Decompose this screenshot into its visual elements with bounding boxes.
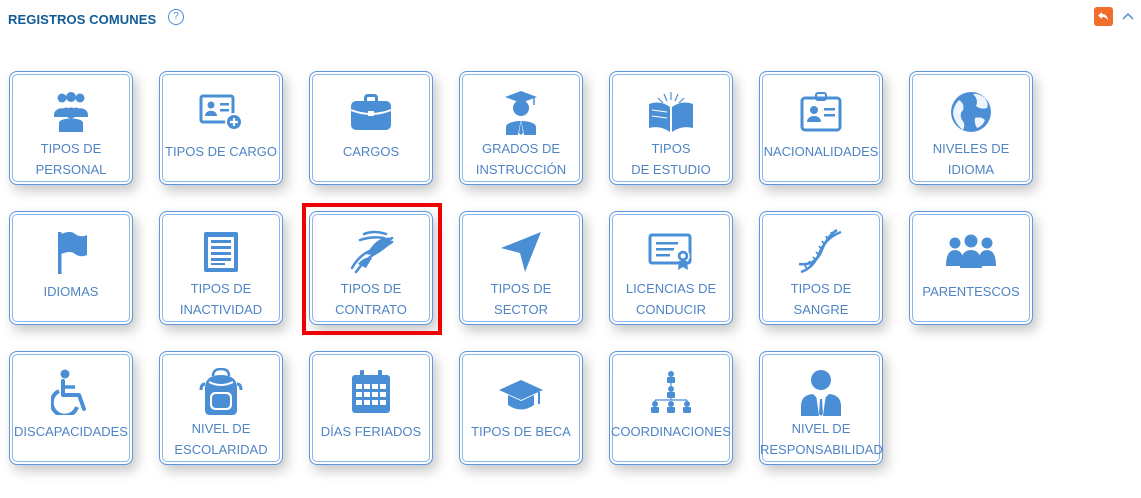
card-tipos-de-beca[interactable]: TIPOS DE BECA: [459, 351, 583, 465]
badge-icon: [800, 92, 842, 132]
card-label: GRADOS DE INSTRUCCIÓN: [475, 141, 567, 177]
card-label: DISCAPACIDADES: [14, 424, 128, 439]
card-grados-de-instruccion[interactable]: GRADOS DE INSTRUCCIÓN: [459, 71, 583, 185]
card-label: LICENCIAS DE CONDUCIR: [625, 281, 717, 317]
card-label: PARENTESCOS: [922, 284, 1020, 299]
card-tipos-de-sangre[interactable]: TIPOS DE SANGRE: [759, 211, 883, 325]
card-tipos-de-estudio[interactable]: TIPOS DE ESTUDIO: [609, 71, 733, 185]
card-tipos-de-personal[interactable]: TIPOS DE PERSONAL: [9, 71, 133, 185]
card-label: TIPOS DE CARGO: [165, 144, 277, 159]
back-button[interactable]: [1094, 7, 1113, 26]
family-icon: [946, 234, 996, 268]
card-cargos[interactable]: CARGOS: [309, 71, 433, 185]
card-label: IDIOMAS: [43, 284, 99, 299]
card-idiomas[interactable]: IDIOMAS: [9, 211, 133, 325]
card-label: NIVEL DE ESCOLARIDAD: [174, 421, 268, 457]
card-licencias-de-conducir[interactable]: LICENCIAS DE CONDUCIR: [609, 211, 733, 325]
card-label: TIPOS DE CONTRATO: [335, 281, 407, 317]
card-nivel-de-escolaridad[interactable]: NIVEL DE ESCOLARIDAD: [159, 351, 283, 465]
card-label: TIPOS DE ESTUDIO: [631, 141, 711, 177]
handshake-icon: [350, 230, 394, 274]
card-label: TIPOS DE BECA: [471, 424, 571, 439]
graduate-icon: [505, 91, 537, 135]
card-tipos-de-cargo[interactable]: TIPOS DE CARGO: [159, 71, 283, 185]
card-dias-feriados[interactable]: DÍAS FERIADOS: [309, 351, 433, 465]
card-tipos-de-inactividad[interactable]: TIPOS DE INACTIVIDAD: [159, 211, 283, 325]
undo-arrow-icon: [1098, 12, 1108, 21]
card-label: COORDINACIONES: [611, 424, 731, 439]
document-list-icon: [204, 232, 238, 272]
card-label: TIPOS DE PERSONAL: [35, 141, 107, 177]
navigation-arrow-icon: [501, 232, 541, 272]
calendar-icon: [352, 370, 390, 413]
section-title: REGISTROS COMUNES: [8, 12, 157, 27]
open-book-icon: [649, 92, 693, 132]
help-icon[interactable]: ?: [168, 9, 184, 25]
businessman-icon: [801, 370, 841, 416]
card-parentescos[interactable]: PARENTESCOS: [909, 211, 1033, 325]
org-chart-icon: [651, 371, 691, 413]
card-niveles-de-idioma[interactable]: NIVELES DE IDIOMA: [909, 71, 1033, 185]
card-label: NIVEL DE RESPONSABILIDAD: [760, 421, 883, 457]
flag-icon: [58, 232, 87, 274]
id-card-add-icon: [199, 94, 243, 131]
wheelchair-icon: [51, 369, 86, 415]
card-coordinaciones[interactable]: COORDINACIONES: [609, 351, 733, 465]
users-group-icon: [54, 92, 88, 132]
card-label: TIPOS DE INACTIVIDAD: [179, 281, 263, 317]
certificate-icon: [648, 233, 692, 270]
card-label: TIPOS DE SANGRE: [790, 281, 852, 317]
section-header: REGISTROS COMUNES ?: [0, 0, 1141, 40]
card-discapacidades[interactable]: DISCAPACIDADES: [9, 351, 133, 465]
card-nivel-de-responsabilidad[interactable]: NIVEL DE RESPONSABILIDAD: [759, 351, 883, 465]
dna-icon: [798, 228, 842, 274]
backpack-icon: [199, 368, 243, 415]
card-label: DÍAS FERIADOS: [320, 424, 422, 439]
card-label: NIVELES DE IDIOMA: [932, 141, 1010, 177]
globe-icon: [951, 92, 991, 132]
briefcase-icon: [350, 94, 392, 130]
chevron-up-icon[interactable]: [1121, 9, 1135, 23]
mortarboard-icon: [499, 380, 543, 410]
card-label: NACIONALIDADES: [763, 144, 879, 159]
card-label: TIPOS DE SECTOR: [490, 281, 552, 317]
card-tipos-de-sector[interactable]: TIPOS DE SECTOR: [459, 211, 583, 325]
card-nacionalidades[interactable]: NACIONALIDADES: [759, 71, 883, 185]
card-label: CARGOS: [342, 144, 400, 159]
card-tipos-de-contrato[interactable]: TIPOS DE CONTRATO: [309, 211, 433, 325]
